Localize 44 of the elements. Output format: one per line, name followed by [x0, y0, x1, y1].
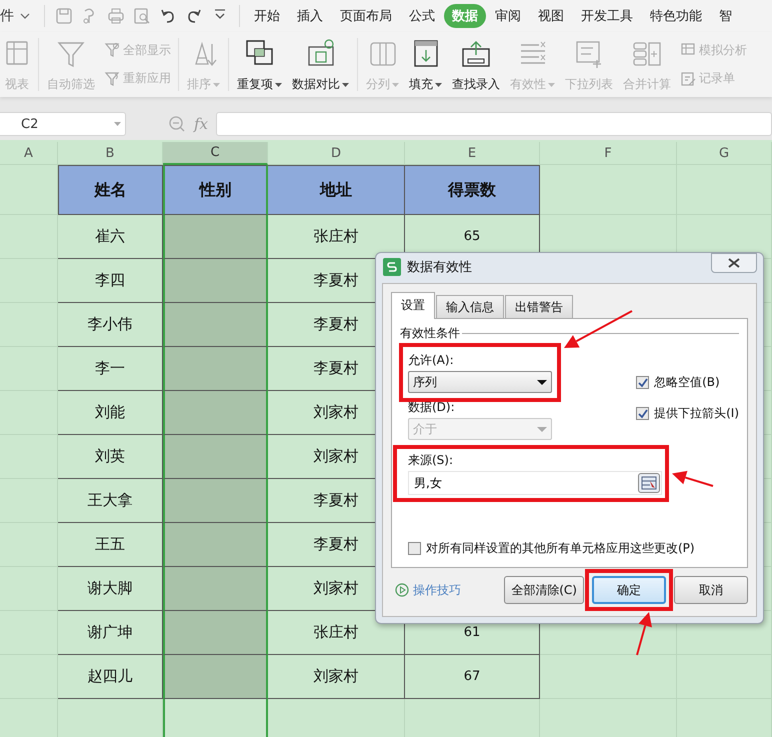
- table-cell: 得票数: [405, 165, 540, 215]
- menu-tab[interactable]: 公式: [401, 4, 443, 28]
- field-label: 允许(A):: [408, 352, 455, 369]
- column-header[interactable]: A: [0, 142, 58, 165]
- ribbon-label[interactable]: 重复项: [237, 76, 273, 93]
- dialog-button[interactable]: 确定: [592, 576, 666, 604]
- menu-tab[interactable]: 视图: [530, 4, 572, 28]
- column-header[interactable]: D: [268, 142, 405, 165]
- select-field[interactable]: 序列: [408, 371, 552, 393]
- ribbon-label[interactable]: 填充: [409, 76, 433, 93]
- window-title: 数据有效性: [407, 259, 473, 276]
- table-cell: 性别: [163, 165, 268, 215]
- source-field[interactable]: 男,女: [408, 471, 662, 495]
- dialog-tab[interactable]: 输入信息: [436, 295, 504, 318]
- checkbox-label: 忽略空值(B): [654, 374, 720, 391]
- name-box[interactable]: C2: [0, 112, 126, 136]
- column-header[interactable]: F: [540, 142, 677, 165]
- field-label: 数据(D):: [408, 399, 456, 416]
- dialog-button[interactable]: 全部清除(C): [504, 576, 584, 604]
- checkbox-label: 提供下拉箭头(I): [654, 405, 739, 422]
- table-cell: 地址: [268, 165, 405, 215]
- menu-tab[interactable]: 审阅: [487, 4, 529, 28]
- dialog-button[interactable]: 取消: [674, 576, 748, 604]
- menu-tab[interactable]: 页面布局: [332, 4, 400, 28]
- dialog-tab[interactable]: 出错警告: [505, 295, 573, 318]
- file-menu[interactable]: 件: [0, 7, 38, 25]
- column-header[interactable]: C: [163, 142, 268, 165]
- column-header[interactable]: E: [405, 142, 540, 165]
- table-cell: 刘家村: [268, 655, 405, 699]
- table-cell: 67: [405, 655, 540, 699]
- column-header[interactable]: B: [58, 142, 163, 165]
- ribbon-label[interactable]: 数据对比: [292, 76, 340, 93]
- menu-tab[interactable]: 开始: [246, 4, 288, 28]
- ribbon-label[interactable]: 查找录入: [452, 76, 500, 93]
- checkbox-label: 对所有同样设置的其他所有单元格应用这些更改(P): [426, 540, 695, 557]
- field-label: 来源(S):: [408, 452, 454, 469]
- table-cell: 姓名: [58, 165, 163, 215]
- menu-tab[interactable]: 特色功能: [642, 4, 710, 28]
- menu-tab[interactable]: 开发工具: [573, 4, 641, 28]
- menu-tab[interactable]: 插入: [289, 4, 331, 28]
- dialog-tab[interactable]: 设置: [391, 292, 435, 319]
- menu-tab[interactable]: 智: [711, 4, 740, 28]
- column-header[interactable]: G: [677, 142, 772, 165]
- tips-link[interactable]: 操作技巧: [413, 582, 461, 598]
